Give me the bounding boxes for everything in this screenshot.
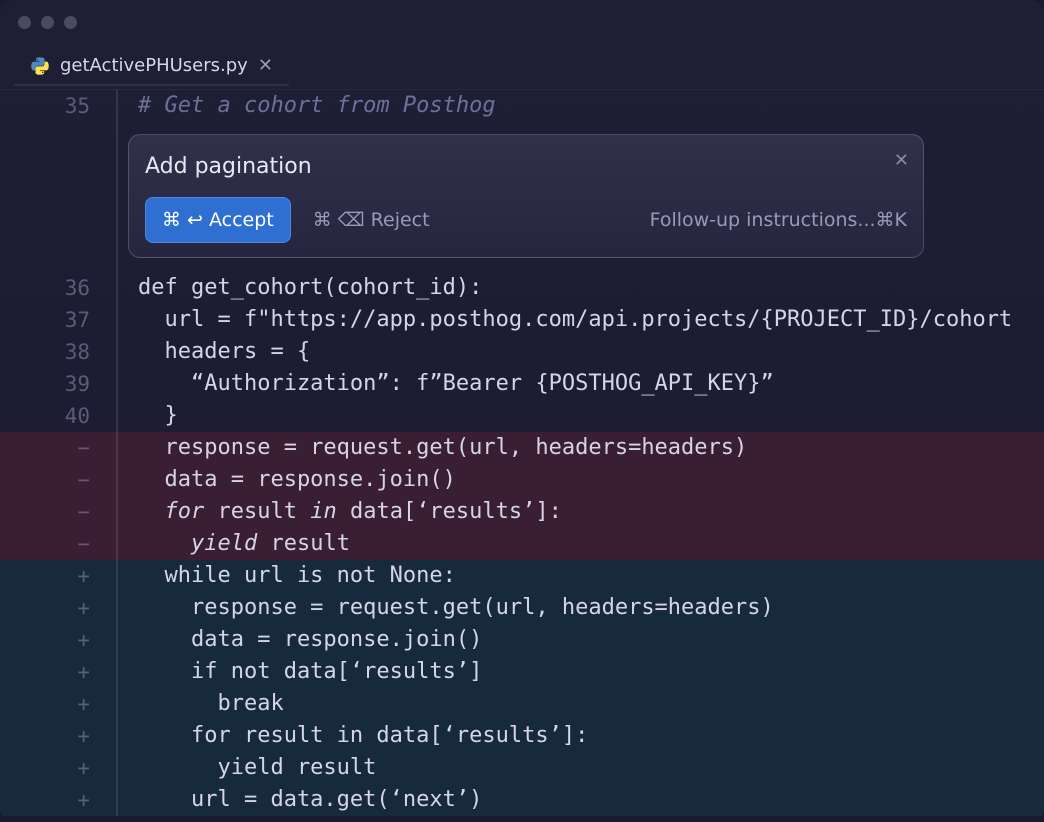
code-line[interactable]: 36def get_cohort(cohort_id): <box>0 272 1044 304</box>
code-text: for result in data[‘results’]: <box>118 496 1044 528</box>
line-number: + <box>0 752 118 784</box>
code-line[interactable]: − for result in data[‘results’]: <box>0 496 1044 528</box>
line-number: 40 <box>0 400 118 432</box>
reject-button[interactable]: ⌘ ⌫ Reject <box>313 204 430 236</box>
traffic-light-close[interactable] <box>18 16 31 29</box>
line-number: 36 <box>0 272 118 304</box>
tab-file[interactable]: getActivePHUsers.py ✕ <box>14 47 289 86</box>
line-number: − <box>0 464 118 496</box>
code-text: yield result <box>118 752 1044 784</box>
line-number: + <box>0 624 118 656</box>
window-titlebar <box>0 0 1044 44</box>
tab-bar: getActivePHUsers.py ✕ <box>0 44 1044 90</box>
code-line[interactable]: + data = response.join() <box>0 624 1044 656</box>
code-line[interactable]: + response = request.get(url, headers=he… <box>0 592 1044 624</box>
code-text: data = response.join() <box>118 624 1044 656</box>
inline-popup-row: ✕Add pagination ⌘ ↩ Accept ⌘ ⌫ Reject Follo… <box>0 122 1044 272</box>
code-text: while url is not None: <box>118 560 1044 592</box>
accept-button[interactable]: ⌘ ↩ Accept <box>145 197 291 243</box>
code-line[interactable]: + for result in data[‘results’]: <box>0 720 1044 752</box>
editor-window: getActivePHUsers.py ✕ 35# Get a cohort f… <box>0 0 1044 822</box>
code-line[interactable]: − response = request.get(url, headers=he… <box>0 432 1044 464</box>
code-text: response = request.get(url, headers=head… <box>118 432 1044 464</box>
python-icon <box>30 56 50 76</box>
code-text: “Authorization”: f”Bearer {POSTHOG_API_K… <box>118 368 1044 400</box>
code-text: break <box>118 688 1044 720</box>
traffic-light-zoom[interactable] <box>64 16 77 29</box>
line-number: + <box>0 688 118 720</box>
code-line[interactable]: − data = response.join() <box>0 464 1044 496</box>
line-number: − <box>0 496 118 528</box>
code-line[interactable]: + while url is not None: <box>0 560 1044 592</box>
traffic-light-minimize[interactable] <box>41 16 54 29</box>
code-line[interactable]: 35# Get a cohort from Posthog <box>0 90 1044 122</box>
code-text: url = f"https://app.posthog.com/api.proj… <box>118 304 1044 336</box>
code-text: if not data[‘results’] <box>118 656 1044 688</box>
code-text: # Get a cohort from Posthog <box>118 90 1044 122</box>
code-text: data = response.join() <box>118 464 1044 496</box>
code-line[interactable]: 40 } <box>0 400 1044 432</box>
code-line[interactable]: 37 url = f"https://app.posthog.com/api.p… <box>0 304 1044 336</box>
line-number: − <box>0 432 118 464</box>
line-number: + <box>0 592 118 624</box>
code-text: } <box>118 400 1044 432</box>
line-number: 37 <box>0 304 118 336</box>
code-editor[interactable]: 35# Get a cohort from Posthog ✕Add pagina… <box>0 90 1044 816</box>
ai-suggestion-popup: ✕Add pagination ⌘ ↩ Accept ⌘ ⌫ Reject Follo… <box>128 134 924 258</box>
tab-close-icon[interactable]: ✕ <box>258 55 273 76</box>
code-line[interactable]: + yield result <box>0 752 1044 784</box>
close-icon[interactable]: ✕ <box>894 145 909 177</box>
line-number: + <box>0 656 118 688</box>
line-number: + <box>0 784 118 816</box>
line-number: 39 <box>0 368 118 400</box>
code-text: headers = { <box>118 336 1044 368</box>
code-text: url = data.get(‘next’) <box>118 784 1044 816</box>
line-number: 35 <box>0 90 118 122</box>
line-number: 38 <box>0 336 118 368</box>
code-line[interactable]: + if not data[‘results’] <box>0 656 1044 688</box>
tab-filename: getActivePHUsers.py <box>60 55 248 76</box>
popup-title: Add pagination <box>145 151 907 183</box>
followup-hint[interactable]: Follow-up instructions...⌘K <box>650 204 907 236</box>
code-text: def get_cohort(cohort_id): <box>118 272 1044 304</box>
code-line[interactable]: 39 “Authorization”: f”Bearer {POSTHOG_AP… <box>0 368 1044 400</box>
code-text: response = request.get(url, headers=head… <box>118 592 1044 624</box>
code-text: yield result <box>118 528 1044 560</box>
line-number: − <box>0 528 118 560</box>
code-text: for result in data[‘results’]: <box>118 720 1044 752</box>
code-line[interactable]: + url = data.get(‘next’) <box>0 784 1044 816</box>
line-number: + <box>0 560 118 592</box>
code-line[interactable]: − yield result <box>0 528 1044 560</box>
code-line[interactable]: 38 headers = { <box>0 336 1044 368</box>
code-line[interactable]: + break <box>0 688 1044 720</box>
line-number: + <box>0 720 118 752</box>
